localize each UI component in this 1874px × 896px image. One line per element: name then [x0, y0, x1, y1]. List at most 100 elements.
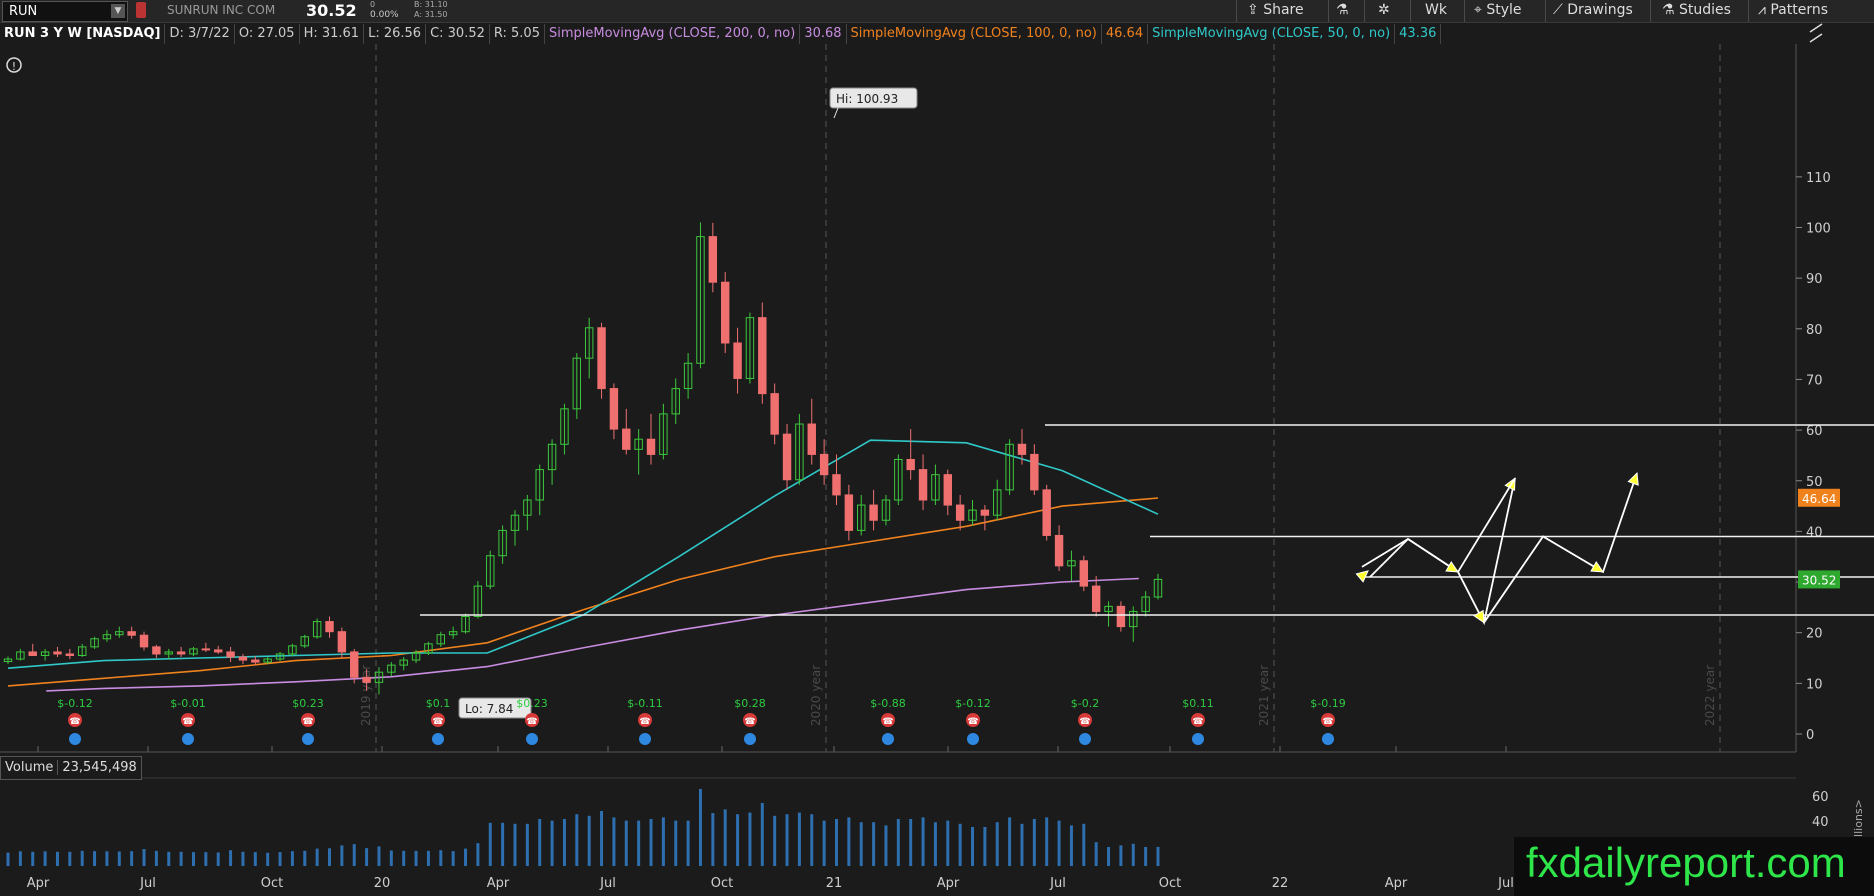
volume-bar: [464, 848, 468, 866]
volume-bar: [68, 851, 72, 866]
dividend-icon: [744, 733, 756, 745]
candle-body: [152, 646, 161, 655]
sma-line-2: [7, 439, 1159, 669]
sma-line-0: [46, 577, 1139, 692]
volume-bar: [501, 822, 505, 866]
candle-body: [733, 342, 742, 379]
candle-body: [609, 388, 619, 430]
phone-icon: ☎: [526, 717, 537, 727]
candle-body: [65, 653, 75, 656]
volume-bar: [896, 819, 900, 866]
candle-body: [1017, 443, 1027, 455]
volume-bar: [995, 822, 999, 866]
volume-bar: [872, 822, 876, 866]
candle-body: [1116, 605, 1126, 628]
volume-bar: [600, 811, 604, 866]
candle-body: [53, 651, 62, 655]
candle-body: [226, 651, 235, 658]
candle-body: [980, 509, 990, 516]
phone-icon: ☎: [432, 717, 443, 727]
volume-bar: [773, 815, 777, 866]
y-tick-label: 100: [1806, 222, 1831, 237]
dividend-icon: [302, 733, 314, 745]
volume-bar: [340, 845, 344, 866]
volume-bar: [80, 850, 84, 866]
volume-bar: [93, 851, 97, 866]
x-tick-label: Jul: [599, 876, 616, 891]
candle-body: [28, 651, 37, 656]
volume-bar: [698, 788, 702, 866]
x-tick-label: Jul: [139, 876, 156, 891]
volume-bar: [884, 825, 888, 866]
arrow-head-icon: [1445, 561, 1459, 573]
phone-icon: ☎: [182, 717, 193, 727]
volume-bar: [216, 852, 220, 866]
volume-tick-label: 40: [1812, 815, 1829, 830]
candle-body: [127, 631, 136, 636]
dividend-icon: [69, 733, 81, 745]
dividend-icon: [639, 733, 651, 745]
volume-bar: [315, 848, 319, 866]
volume-bar: [909, 819, 913, 866]
x-tick-label: Apr: [487, 876, 510, 891]
phone-icon: ☎: [1192, 717, 1203, 727]
candle-body: [646, 438, 656, 455]
candle-body: [782, 433, 792, 481]
dividend-icon: [1322, 733, 1334, 745]
x-tick-label: Jul: [1497, 876, 1514, 891]
projection-arrow-path-b: [1483, 472, 1638, 624]
dividend-icon: [182, 733, 194, 745]
volume-bar: [686, 820, 690, 866]
y-tick-label: 0: [1806, 728, 1814, 743]
y-tick-label: 50: [1806, 475, 1823, 490]
y-tick-label: 10: [1806, 677, 1823, 692]
volume-bar: [822, 820, 826, 866]
candle-body: [622, 428, 631, 450]
volume-bar: [1045, 817, 1049, 866]
candle-body: [844, 494, 854, 531]
hi-annotation-pointer: [833, 107, 839, 119]
candle-body: [1042, 489, 1051, 536]
phone-icon: ☎: [882, 717, 893, 727]
volume-bar: [1032, 819, 1036, 866]
volume-bar: [785, 814, 789, 866]
volume-bar: [971, 827, 975, 866]
volume-bar: [328, 848, 332, 866]
volume-bar: [723, 809, 727, 866]
volume-bar: [105, 851, 109, 866]
candle-body: [1030, 453, 1039, 491]
volume-bar: [1094, 842, 1098, 866]
candle-body: [238, 656, 248, 661]
year-label: 2020 year: [809, 665, 823, 726]
x-tick-label: Oct: [711, 876, 733, 891]
dividend-icon: [967, 733, 979, 745]
volume-bar: [253, 852, 257, 866]
earnings-value: $-0.11: [627, 697, 662, 710]
volume-bar: [142, 849, 146, 866]
volume-panel-label: Volume 23,545,498: [0, 756, 142, 780]
volume-bar: [674, 820, 678, 866]
volume-bar: [575, 814, 579, 866]
projection-arrow-alt: [1407, 477, 1516, 574]
volume-bar: [1057, 820, 1061, 866]
candle-body: [337, 631, 347, 653]
y-tick-label: 90: [1806, 272, 1823, 287]
volume-bar: [983, 827, 987, 866]
x-tick-label: Oct: [1159, 876, 1181, 891]
volume-tick-label: 60: [1812, 790, 1829, 805]
phone-icon: ☎: [967, 717, 978, 727]
y-tick-label: 80: [1806, 323, 1823, 338]
volume-bar: [229, 850, 233, 866]
volume-bar: [810, 814, 814, 866]
year-label: 2022 year: [1703, 665, 1717, 726]
volume-bar: [402, 850, 406, 866]
dividend-icon: [882, 733, 894, 745]
candle-body: [955, 504, 965, 521]
price-chart[interactable]: 0102030405060708090100110AprJulOct20AprJ…: [0, 0, 1874, 896]
year-label: 2019 year: [359, 665, 373, 726]
volume-bar: [946, 820, 950, 866]
volume-bar: [266, 852, 270, 866]
volume-bar: [859, 822, 863, 866]
year-label: 2021 year: [1257, 665, 1271, 726]
volume-bar: [760, 803, 764, 866]
